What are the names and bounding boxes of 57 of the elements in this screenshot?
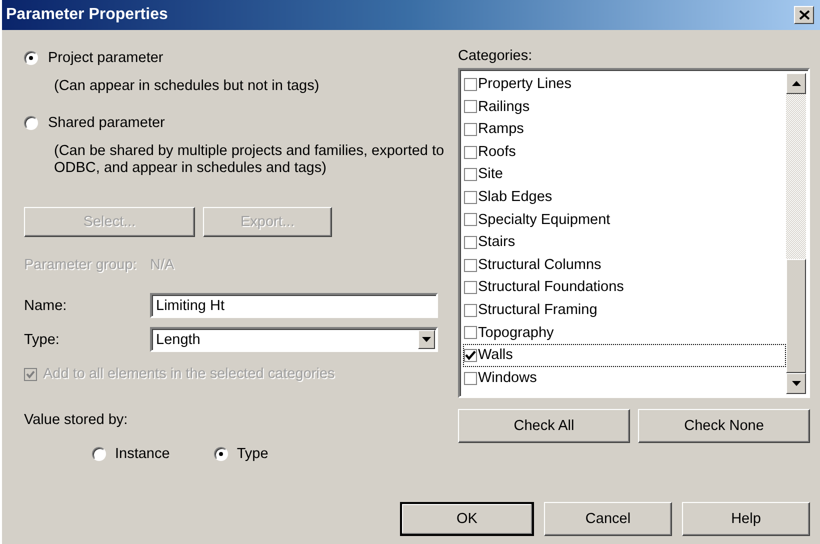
category-item[interactable]: Structural Framing: [463, 298, 602, 322]
checkbox[interactable]: [464, 281, 477, 294]
down-arrow-icon: [792, 381, 800, 386]
checkbox[interactable]: [464, 122, 477, 136]
checkbox[interactable]: [464, 236, 477, 249]
category-item[interactable]: Specialty Equipment: [463, 208, 616, 232]
category-item[interactable]: Site: [463, 163, 508, 186]
value-stored-label: Value stored by:: [24, 412, 129, 428]
checkbox[interactable]: [464, 146, 477, 159]
radio-label[interactable]: Project parameter: [48, 50, 164, 66]
dialog-button[interactable]: Check All: [458, 409, 630, 443]
description-text: (Can be shared by multiple projects and families, exported to ODBC, and appear in schedules and tags): [54, 143, 446, 177]
radio-label[interactable]: Type: [236, 446, 268, 462]
dialog-button[interactable]: Check None: [638, 409, 810, 443]
category-item[interactable]: Property Lines: [463, 73, 576, 96]
categories-label: Categories:: [458, 48, 534, 64]
checkbox[interactable]: [464, 372, 477, 385]
type-label: Type:: [24, 332, 60, 348]
checkbox[interactable]: [464, 78, 477, 91]
radio-label[interactable]: Instance: [115, 446, 170, 462]
scrollbar[interactable]: [786, 73, 806, 394]
description-text: (Can appear in schedules but not in tags): [54, 78, 320, 95]
checkbox[interactable]: [464, 168, 477, 182]
category-item[interactable]: Stairs: [463, 231, 520, 254]
checkbox[interactable]: [464, 100, 477, 114]
caret-icon: [422, 337, 431, 342]
checkbox[interactable]: [464, 258, 477, 272]
radio-button[interactable]: [24, 51, 38, 65]
window-title: Parameter Properties: [6, 6, 168, 24]
category-item[interactable]: Structural Foundations: [463, 276, 629, 299]
name-field[interactable]: Limiting Ht: [150, 293, 438, 318]
category-item[interactable]: Structural Columns: [463, 254, 606, 276]
up-arrow-icon: [792, 81, 800, 86]
radio-button[interactable]: [24, 116, 38, 130]
category-item[interactable]: Topography: [463, 322, 559, 344]
radio-button[interactable]: [214, 447, 228, 461]
dialog-button[interactable]: OK: [400, 502, 534, 536]
category-item[interactable]: Slab Edges: [463, 186, 558, 209]
radio-button[interactable]: [92, 447, 106, 461]
close-icon: [798, 10, 810, 20]
checkbox[interactable]: [464, 304, 477, 317]
type-dropdown[interactable]: Length: [150, 327, 438, 352]
close-button[interactable]: [794, 6, 814, 24]
radio-label[interactable]: Shared parameter: [48, 115, 165, 131]
checkbox[interactable]: [464, 190, 477, 204]
category-item[interactable]: Walls: [463, 344, 786, 367]
checkbox[interactable]: [464, 326, 477, 340]
category-item[interactable]: Roofs: [463, 140, 521, 164]
name-label: Name:: [24, 298, 68, 314]
category-item[interactable]: Windows: [463, 366, 542, 390]
dialog-button[interactable]: Cancel: [544, 502, 672, 536]
checkbox[interactable]: [464, 213, 477, 226]
category-item[interactable]: Railings: [463, 96, 535, 118]
scroll-thumb[interactable]: [786, 259, 806, 373]
dialog-button[interactable]: Help: [682, 502, 810, 536]
category-item[interactable]: Ramps: [463, 118, 529, 141]
checkbox[interactable]: [464, 348, 477, 362]
